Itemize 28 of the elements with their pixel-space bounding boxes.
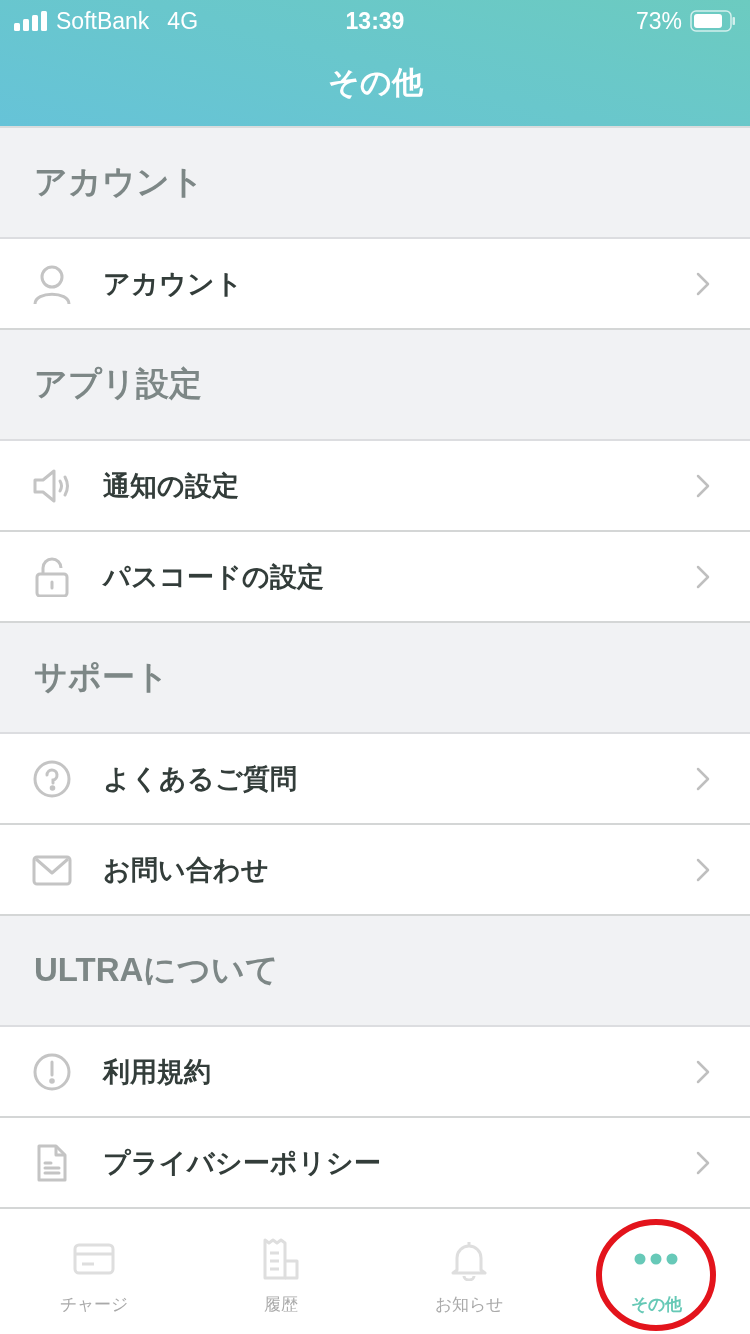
section-header: サポート <box>34 657 169 697</box>
menu-item-label: よくあるご質問 <box>103 762 298 796</box>
question-icon <box>32 758 72 799</box>
section-header: アプリ設定 <box>34 364 202 404</box>
chevron-right-icon <box>696 857 710 882</box>
section-header: ULTRAについて <box>34 950 280 990</box>
screen-title: その他 <box>327 64 423 102</box>
menu-item-label: パスコードの設定 <box>103 560 325 594</box>
chevron-right-icon <box>696 271 710 296</box>
carrier-name: SoftBank <box>56 7 150 35</box>
chevron-right-icon <box>696 1150 710 1175</box>
menu-item-label: お問い合わせ <box>103 853 270 887</box>
chevron-right-icon <box>696 766 710 791</box>
battery-icon <box>690 10 736 32</box>
menu-item-label: 利用規約 <box>103 1055 212 1089</box>
network-type: 4G <box>167 7 199 35</box>
chevron-right-icon <box>696 564 710 589</box>
person-icon <box>32 263 72 304</box>
menu-item-label: プライバシーポリシー <box>103 1146 382 1180</box>
menu-item-label: アカウント <box>103 267 244 301</box>
menu-item-label: 通知の設定 <box>103 469 240 503</box>
section-header: アカウント <box>34 162 204 202</box>
signal-icon <box>14 11 48 31</box>
chevron-right-icon <box>696 1059 710 1084</box>
exclamation-icon <box>32 1051 72 1092</box>
battery-percent: 73% <box>635 7 682 35</box>
status-time: 13:39 <box>344 7 406 35</box>
chevron-right-icon <box>696 473 710 498</box>
